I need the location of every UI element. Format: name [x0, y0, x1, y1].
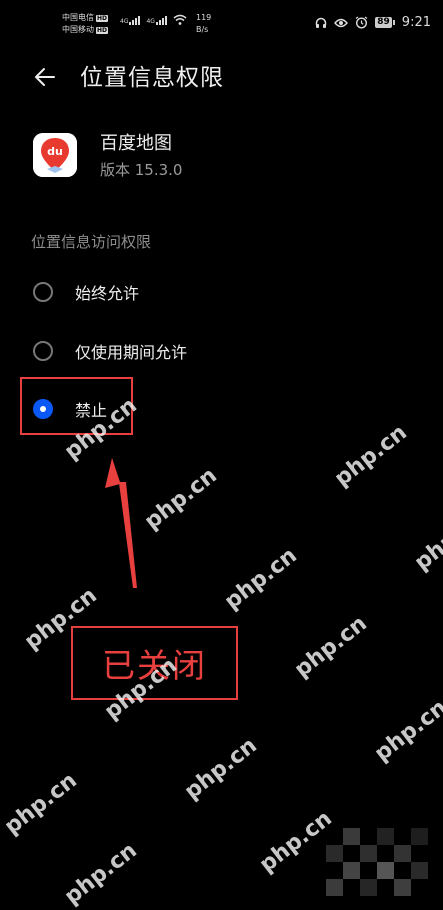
carrier-info: 中国电信 HD 中国移动 HD [62, 12, 109, 36]
wifi-icon [173, 14, 187, 25]
watermark: php.cn [60, 838, 142, 910]
hd-badge: HD [96, 26, 109, 34]
section-label: 位置信息访问权限 [31, 233, 152, 251]
watermark: php.cn [410, 504, 443, 576]
signal-2: 4G [146, 16, 167, 25]
radio-button[interactable] [33, 341, 53, 361]
pixelated-area [326, 828, 443, 901]
signal-bars-icon [155, 16, 167, 25]
watermark: php.cn [255, 806, 337, 878]
highlight-box [20, 377, 133, 435]
watermark: php.cn [140, 463, 222, 535]
watermark: php.cn [180, 733, 262, 805]
battery-icon: 89 [375, 17, 395, 28]
option-always-allow[interactable]: 始终允许 [33, 277, 139, 307]
baidu-maps-app-icon: du [33, 133, 77, 177]
signal-indicators: 4G 4G [120, 14, 187, 25]
status-icons: 89 9:21 [315, 15, 431, 30]
app-name: 百度地图 [100, 133, 172, 154]
annotation-text: 已关闭 [102, 646, 207, 685]
alarm-icon [355, 16, 368, 29]
watermark: php.cn [370, 695, 443, 767]
carrier-2: 中国移动 [62, 25, 94, 34]
battery-level: 89 [375, 17, 392, 28]
carrier-1: 中国电信 [62, 13, 94, 22]
app-version: 版本 15.3.0 [100, 161, 183, 179]
option-label: 始终允许 [75, 284, 140, 303]
signal-2-label: 4G [146, 18, 155, 25]
signal-1: 4G [120, 16, 141, 25]
clock: 9:21 [401, 15, 431, 30]
option-label: 仅使用期间允许 [75, 343, 188, 362]
eye-icon [334, 18, 349, 27]
network-speed: 119 B/s [196, 12, 211, 36]
watermark: php.cn [220, 543, 302, 615]
page-header: 位置信息权限 [0, 56, 443, 100]
back-arrow-icon[interactable] [32, 64, 58, 90]
headphones-icon [316, 17, 327, 28]
status-bar: 中国电信 HD 中国移动 HD 4G 4G 119 B/s 89 9:21 [0, 0, 443, 46]
speed-value: 119 [196, 13, 212, 22]
app-icon-text: du [47, 145, 63, 158]
option-allow-while-in-use[interactable]: 仅使用期间允许 [33, 336, 187, 366]
signal-bars-icon [129, 16, 141, 25]
watermark: php.cn [330, 420, 412, 492]
watermark: php.cn [290, 611, 372, 683]
radio-button[interactable] [33, 282, 53, 302]
speed-unit: B/s [196, 25, 209, 34]
signal-1-label: 4G [120, 18, 129, 25]
page-title: 位置信息权限 [80, 65, 224, 91]
annotation-box: 已关闭 [71, 626, 238, 700]
hd-badge: HD [96, 14, 109, 22]
watermark: php.cn [0, 768, 82, 840]
